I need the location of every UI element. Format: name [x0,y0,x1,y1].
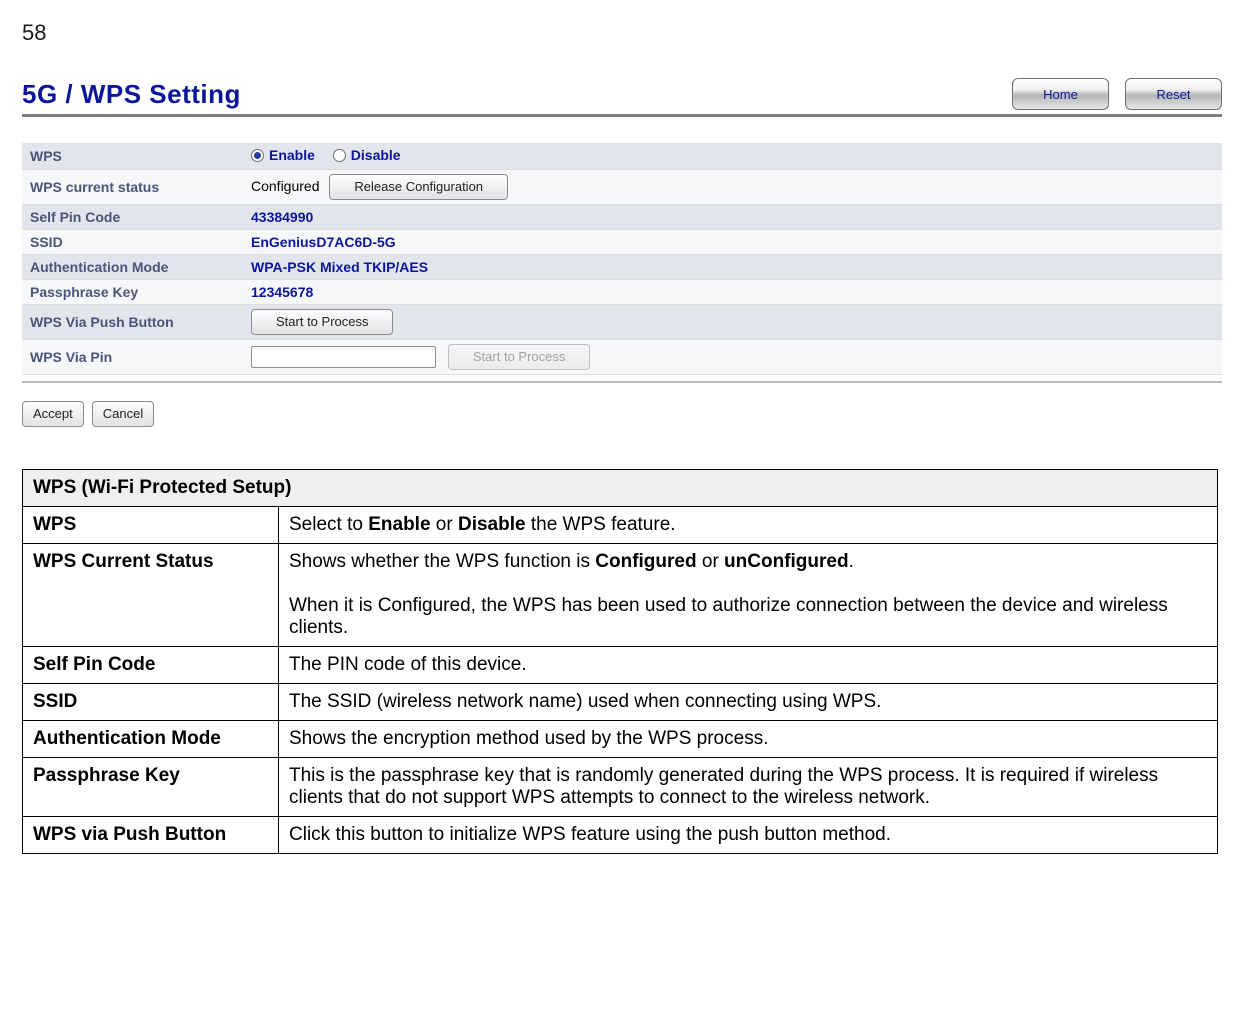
label-pass: Passphrase Key [22,279,243,304]
config-table: WPS Enable Disable WPS current status Co… [22,143,1222,375]
doc-term: Self Pin Code [23,646,279,683]
radio-enable[interactable]: Enable [251,147,315,163]
label-ssid: SSID [22,229,243,254]
value-pin: 43384990 [243,204,1222,229]
doc-section-header: WPS (Wi-Fi Protected Setup) [23,469,1218,506]
value-ssid: EnGeniusD7AC6D-5G [243,229,1222,254]
row-pass: Passphrase Key 12345678 [22,279,1222,304]
radio-disable-label: Disable [351,147,401,163]
doc-term: WPS via Push Button [23,816,279,853]
radio-dot-checked-icon [251,149,264,162]
doc-description: Shows the encryption method used by the … [279,720,1218,757]
label-auth: Authentication Mode [22,254,243,279]
doc-section-row: WPS (Wi-Fi Protected Setup) [23,469,1218,506]
doc-term: WPS Current Status [23,543,279,646]
radio-enable-label: Enable [269,147,315,163]
page-number: 58 [22,20,1222,46]
row-auth: Authentication Mode WPA-PSK Mixed TKIP/A… [22,254,1222,279]
value-auth: WPA-PSK Mixed TKIP/AES [243,254,1222,279]
doc-description: The SSID (wireless network name) used wh… [279,683,1218,720]
status-text: Configured [251,178,320,194]
row-pin-in: WPS Via Pin Start to Process [22,339,1222,374]
label-wps: WPS [22,143,243,169]
label-push: WPS Via Push Button [22,304,243,339]
release-configuration-button[interactable]: Release Configuration [329,174,508,200]
row-push: WPS Via Push Button Start to Process [22,304,1222,339]
doc-row: SSIDThe SSID (wireless network name) use… [23,683,1218,720]
wps-pin-input[interactable] [251,346,436,368]
row-status: WPS current status Configured Release Co… [22,169,1222,204]
accept-button[interactable]: Accept [22,401,84,427]
page: 58 5G / WPS Setting Home Reset WPS Enabl… [0,0,1244,894]
start-to-process-pin-button[interactable]: Start to Process [448,344,590,370]
radio-dot-icon [333,149,346,162]
panel-header: 5G / WPS Setting Home Reset [22,78,1222,117]
home-button[interactable]: Home [1012,78,1109,110]
doc-row: WPS Current StatusShows whether the WPS … [23,543,1218,646]
doc-row: WPS via Push ButtonClick this button to … [23,816,1218,853]
value-pin-in: Start to Process [243,339,1222,374]
doc-description: Click this button to initialize WPS feat… [279,816,1218,853]
label-pin-in: WPS Via Pin [22,339,243,374]
radio-disable[interactable]: Disable [333,147,401,163]
doc-description: This is the passphrase key that is rando… [279,757,1218,816]
doc-row: Self Pin CodeThe PIN code of this device… [23,646,1218,683]
value-push: Start to Process [243,304,1222,339]
doc-table: WPS (Wi-Fi Protected Setup) WPSSelect to… [22,469,1218,854]
cancel-button[interactable]: Cancel [92,401,154,427]
doc-term: Passphrase Key [23,757,279,816]
value-wps: Enable Disable [243,143,1222,169]
value-status: Configured Release Configuration [243,169,1222,204]
doc-term: WPS [23,506,279,543]
doc-description: The PIN code of this device. [279,646,1218,683]
config-panel: 5G / WPS Setting Home Reset WPS Enable D… [22,78,1222,383]
doc-row: Passphrase KeyThis is the passphrase key… [23,757,1218,816]
doc-row: Authentication ModeShows the encryption … [23,720,1218,757]
start-to-process-push-button[interactable]: Start to Process [251,309,393,335]
label-status: WPS current status [22,169,243,204]
doc-term: Authentication Mode [23,720,279,757]
label-pin: Self Pin Code [22,204,243,229]
row-ssid: SSID EnGeniusD7AC6D-5G [22,229,1222,254]
doc-description: Select to Enable or Disable the WPS feat… [279,506,1218,543]
value-pass: 12345678 [243,279,1222,304]
panel-title: 5G / WPS Setting [22,79,996,110]
doc-term: SSID [23,683,279,720]
reset-button[interactable]: Reset [1125,78,1222,110]
row-wps: WPS Enable Disable [22,143,1222,169]
row-pin: Self Pin Code 43384990 [22,204,1222,229]
doc-description: Shows whether the WPS function is Config… [279,543,1218,646]
doc-row: WPSSelect to Enable or Disable the WPS f… [23,506,1218,543]
footer-buttons: Accept Cancel [22,401,1222,427]
